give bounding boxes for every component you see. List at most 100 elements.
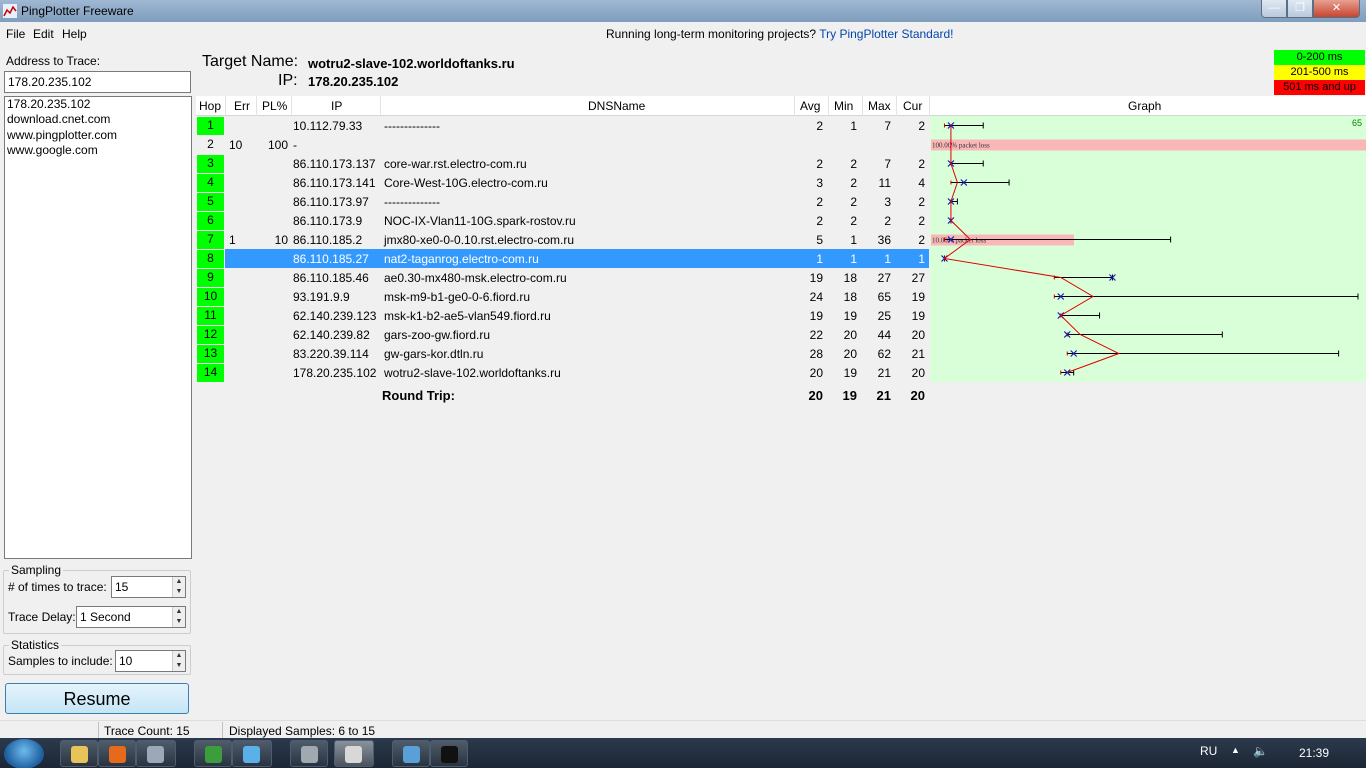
packet-loss-label: 10.00% packet loss (932, 237, 987, 245)
col-max[interactable]: Max (868, 99, 891, 113)
hop-cur: 1 (918, 252, 925, 266)
taskbar-console-button[interactable] (430, 740, 468, 767)
hop-cur: 2 (918, 195, 925, 209)
maximize-button[interactable]: ❐ (1287, 0, 1313, 18)
graph-scale-label: 65 (1352, 118, 1362, 128)
hop-avg: 2 (816, 157, 823, 171)
hop-dnsname: msk-m9-b1-ge0-0-6.fiord.ru (384, 290, 531, 304)
col-avg[interactable]: Avg (800, 99, 820, 113)
hop-avg: 3 (816, 176, 823, 190)
clock[interactable]: 21:39 (1299, 746, 1329, 760)
hop-avg: 2 (816, 195, 823, 209)
volume-icon[interactable]: 🔈 (1253, 744, 1268, 758)
resume-button[interactable]: Resume (5, 683, 189, 714)
hop-dnsname: NOC-IX-Vlan11-10G.spark-rostov.ru (384, 214, 576, 228)
round-trip-cur: 20 (910, 388, 925, 403)
language-indicator[interactable]: RU (1200, 744, 1217, 758)
window-title: PingPlotter Freeware (21, 4, 134, 18)
hop-max: 65 (877, 290, 891, 304)
hop-max: 27 (877, 271, 891, 285)
col-graph[interactable]: Graph (1128, 99, 1161, 113)
hop-min: 18 (843, 290, 857, 304)
hop-cur: 27 (911, 271, 925, 285)
menu-edit[interactable]: Edit (33, 27, 54, 41)
hop-cur: 2 (918, 157, 925, 171)
hop-avg: 1 (816, 252, 823, 266)
col-ip[interactable]: IP (331, 99, 342, 113)
delay-spinner[interactable]: ▲ ▼ (172, 607, 185, 627)
hop-ip: 93.191.9.9 (293, 290, 350, 304)
hop-min: 20 (843, 328, 857, 342)
hop-avg: 28 (809, 347, 823, 361)
taskbar-firefox-button[interactable] (98, 740, 136, 767)
hop-avg: 2 (816, 119, 823, 133)
sampling-title: Sampling (9, 563, 64, 577)
col-hop[interactable]: Hop (199, 99, 221, 113)
tray-expand-icon[interactable]: ▲ (1231, 745, 1240, 755)
taskbar-green-app-button[interactable] (194, 740, 232, 767)
hop-number: 1 (197, 117, 224, 135)
close-button[interactable]: ✕ (1313, 0, 1360, 18)
hop-dnsname: Core-West-10G.electro-com.ru (384, 176, 548, 190)
history-item[interactable]: download.cnet.com (5, 112, 191, 127)
taskbar-explorer-button[interactable] (60, 740, 98, 767)
hop-number: 3 (197, 155, 224, 173)
hop-ip: 83.220.39.114 (293, 347, 369, 361)
hop-max: 3 (884, 195, 891, 209)
latency-graph[interactable]: 65 100.00% packet loss 10.00% packet loss (930, 116, 1366, 383)
legend-high: 501 ms and up (1274, 80, 1365, 95)
address-input[interactable] (4, 71, 191, 93)
taskbar-network-app-button[interactable] (232, 740, 272, 767)
taskbar-pc-app-button[interactable] (136, 740, 176, 767)
taskbar: RU ▲ 🔈 21:39 (0, 738, 1366, 768)
col-cur[interactable]: Cur (903, 99, 922, 113)
hop-dnsname: msk-k1-b2-ae5-vlan549.fiord.ru (384, 309, 551, 323)
legend-low: 0-200 ms (1274, 50, 1365, 65)
pingplotter-icon (345, 746, 362, 763)
times-spinner[interactable]: ▲ ▼ (172, 577, 185, 597)
promo-link[interactable]: Try PingPlotter Standard! (819, 27, 953, 41)
hop-number: 14 (197, 364, 224, 382)
hop-min: 19 (843, 366, 857, 380)
hop-avg: 19 (809, 309, 823, 323)
hop-number: 7 (197, 231, 224, 249)
trace-delay-input[interactable] (76, 606, 186, 628)
firefox-icon (109, 746, 126, 763)
samples-spinner[interactable]: ▲ ▼ (172, 651, 185, 671)
start-button[interactable] (4, 739, 44, 768)
hop-cur: 19 (911, 309, 925, 323)
hop-avg: 2 (816, 214, 823, 228)
minimize-button[interactable]: — (1261, 0, 1287, 18)
hop-min: 2 (850, 214, 857, 228)
menu-file[interactable]: File (6, 27, 25, 41)
taskbar-monitor-app-button[interactable] (392, 740, 430, 767)
col-pl[interactable]: PL% (262, 99, 287, 113)
hop-avg: 24 (809, 290, 823, 304)
hop-dnsname: -------------- (384, 119, 440, 133)
hop-max: 62 (877, 347, 891, 361)
round-trip-avg: 20 (808, 388, 823, 403)
col-dnsname[interactable]: DNSName (588, 99, 645, 113)
hop-max: 25 (877, 309, 891, 323)
hop-dnsname: jmx80-xe0-0-0.10.rst.electro-com.ru (384, 233, 575, 247)
hop-max: 2 (884, 214, 891, 228)
history-item[interactable]: 178.20.235.102 (5, 97, 191, 112)
menu-help[interactable]: Help (62, 27, 87, 41)
green-app-icon (205, 746, 222, 763)
delay-label: Trace Delay: (8, 610, 76, 624)
history-item[interactable]: www.google.com (5, 143, 191, 158)
hop-min: 20 (843, 347, 857, 361)
address-history-list[interactable]: 178.20.235.102 download.cnet.com www.pingp… (4, 96, 192, 559)
col-err[interactable]: Err (234, 99, 250, 113)
hop-cur: 20 (911, 328, 925, 342)
taskbar-wings-app-button[interactable] (290, 740, 328, 767)
samples-label: Samples to include: (8, 654, 113, 668)
round-trip-min: 19 (842, 388, 857, 403)
status-bar: Trace Count: 15 Displayed Samples: 6 to … (0, 720, 1366, 738)
history-item[interactable]: www.pingplotter.com (5, 128, 191, 143)
taskbar-pingplotter-button[interactable] (334, 740, 374, 767)
col-min[interactable]: Min (834, 99, 853, 113)
monitor-app-icon (403, 746, 420, 763)
hop-dnsname: core-war.rst.electro-com.ru (384, 157, 527, 171)
hop-cur: 2 (918, 233, 925, 247)
